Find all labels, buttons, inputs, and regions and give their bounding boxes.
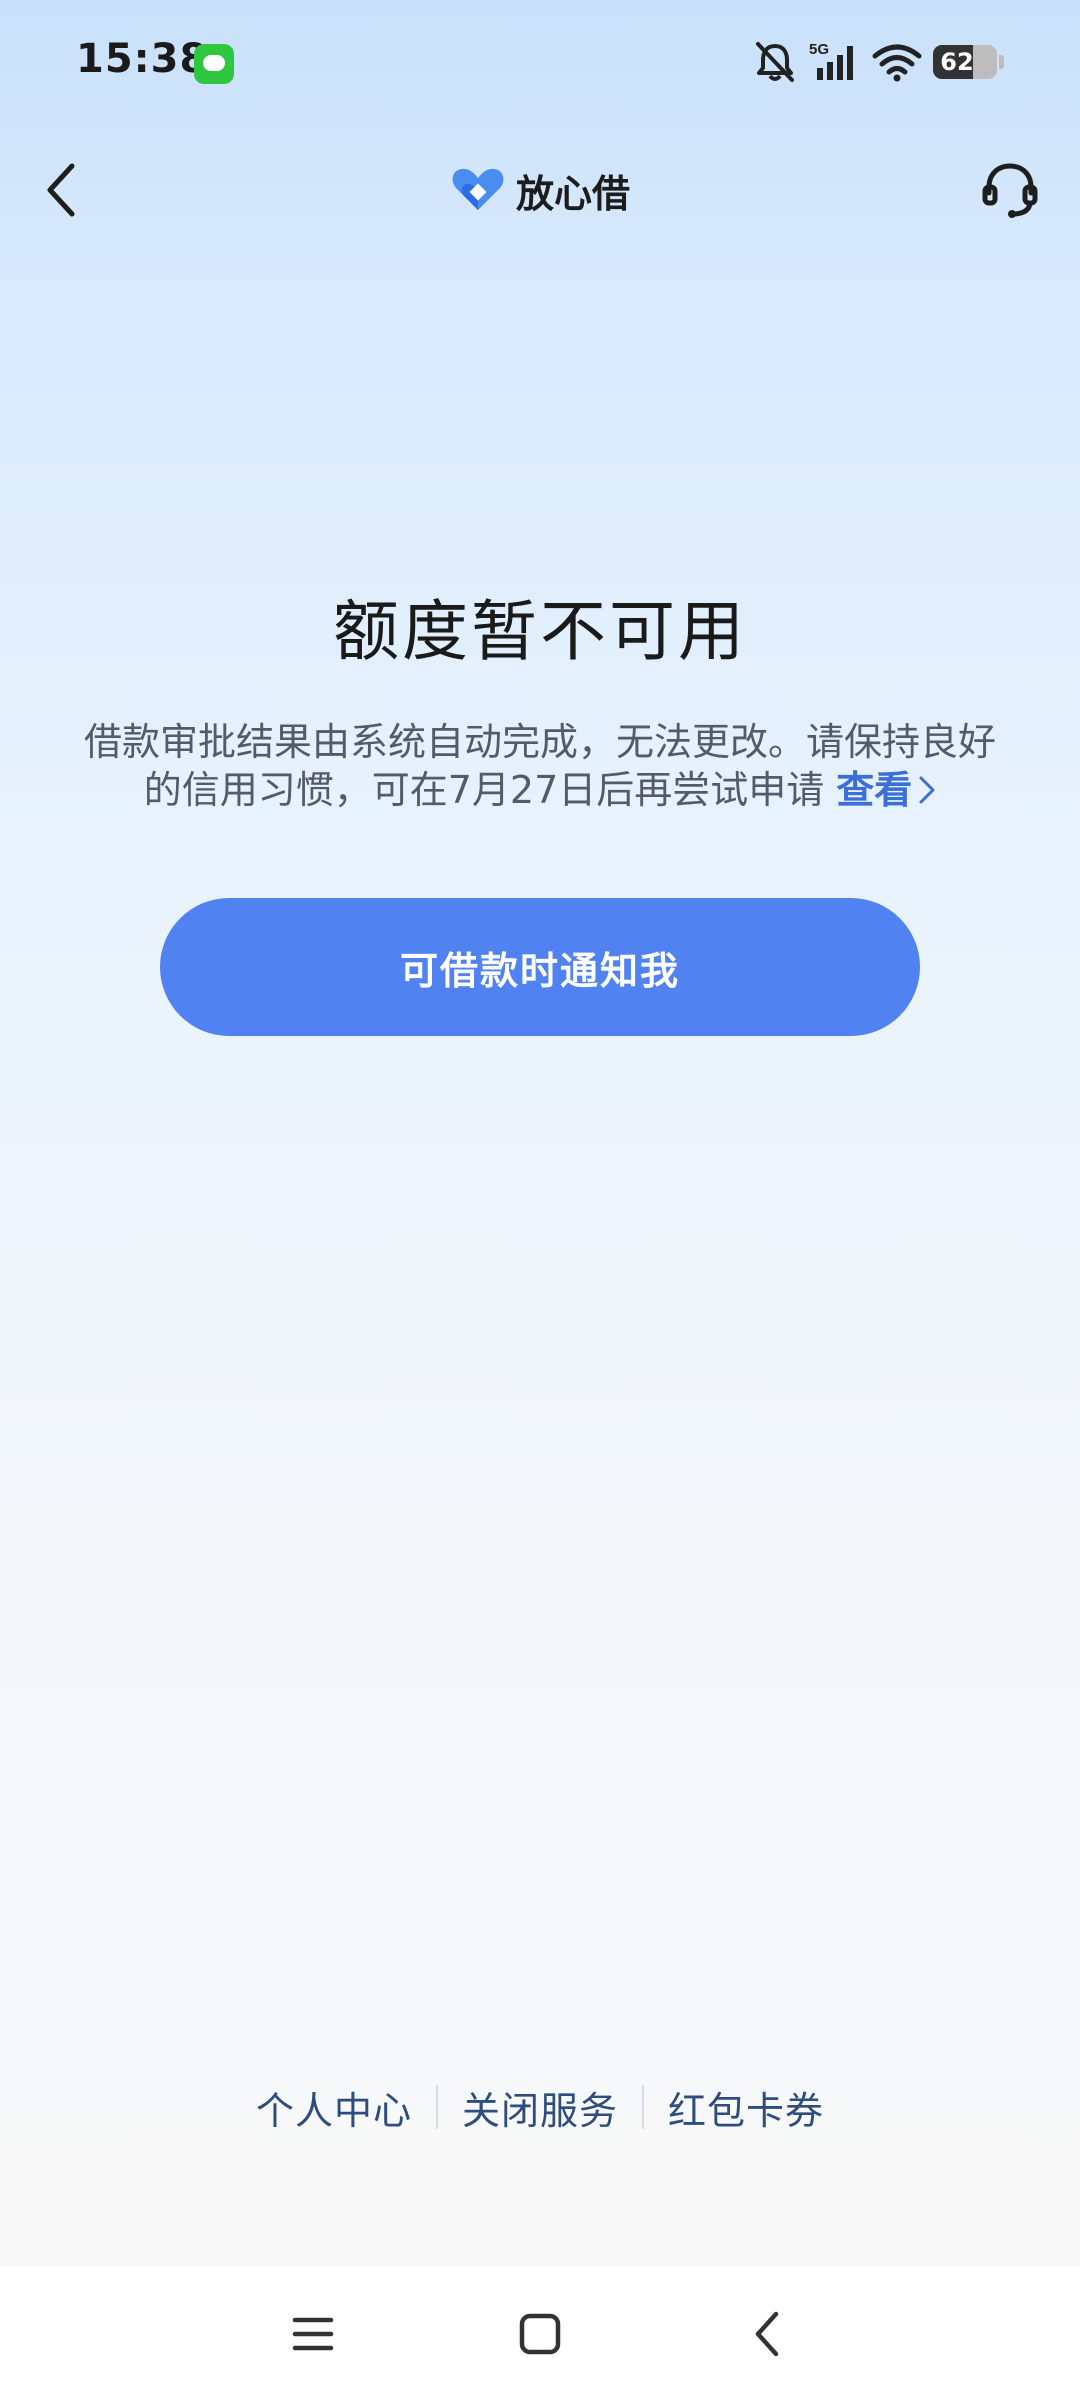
system-back-button[interactable] [727, 2294, 807, 2374]
system-home-button[interactable] [500, 2294, 580, 2374]
footer-link-close-service[interactable]: 关闭服务 [438, 2080, 642, 2135]
cellular-signal-icon: 5G [809, 40, 861, 84]
view-link-label: 查看 [836, 768, 913, 812]
wifi-icon [871, 40, 923, 84]
home-icon [519, 2313, 561, 2355]
network-type-label: 5G [809, 41, 829, 58]
chevron-right-icon [919, 776, 935, 803]
brand: 放心借 [450, 162, 630, 218]
brand-logo-icon [452, 168, 504, 210]
status-bar: 15:38 5G 62 [0, 0, 1080, 126]
menu-icon [292, 2317, 334, 2351]
brand-name: 放心借 [516, 171, 631, 216]
description-line-2-text: 的信用习惯，可在7月27日后再尝试申请 [143, 768, 825, 812]
footer-links: 个人中心 关闭服务 红包卡券 [0, 2080, 1080, 2134]
back-icon [755, 2311, 779, 2357]
system-navigation-bar [0, 2266, 1080, 2400]
back-arrow-icon [47, 163, 75, 217]
battery-icon: 62 [933, 45, 997, 79]
view-link[interactable]: 查看 [836, 768, 936, 812]
description-line-1: 借款审批结果由系统自动完成，无法更改。请保持良好 [83, 720, 996, 764]
headset-icon [982, 163, 1038, 218]
footer-link-personal-center[interactable]: 个人中心 [232, 2080, 436, 2135]
battery-level: 62 [940, 48, 974, 76]
top-nav: 放心借 [0, 140, 1080, 240]
back-button[interactable] [30, 154, 94, 226]
page-title: 额度暂不可用 [333, 593, 747, 670]
status-icons: 5G 62 [751, 40, 1004, 84]
description-line-2: 的信用习惯，可在7月27日后再尝试申请 查看 [50, 766, 1030, 814]
footer-link-coupons[interactable]: 红包卡券 [644, 2080, 848, 2135]
status-time: 15:38 [76, 36, 209, 82]
description: 借款审批结果由系统自动完成，无法更改。请保持良好 的信用习惯，可在7月27日后再… [50, 718, 1030, 814]
battery-tip [999, 55, 1004, 69]
system-menu-button[interactable] [273, 2294, 353, 2374]
customer-service-button[interactable] [970, 150, 1050, 230]
message-notification-icon [194, 44, 234, 84]
mute-bell-icon [751, 40, 799, 84]
notify-me-button[interactable]: 可借款时通知我 [160, 898, 920, 1036]
